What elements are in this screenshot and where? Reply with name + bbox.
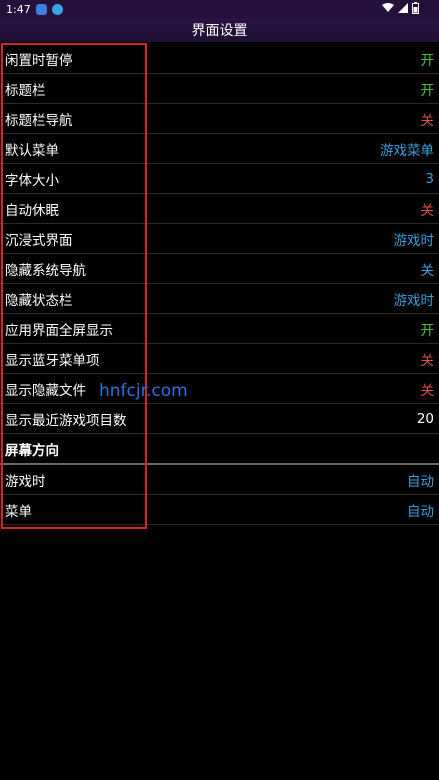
setting-label: 游戏时 [5,473,46,490]
setting-value: 自动 [407,503,434,520]
setting-value: 关 [420,382,435,399]
settings-row[interactable]: 自动休眠 关 [0,194,439,224]
settings-row[interactable]: 隐藏状态栏 游戏时 [0,284,439,314]
section-header-orientation: 屏幕方向 [0,434,439,465]
setting-value: 关 [420,262,435,279]
setting-value: 开 [420,82,435,99]
setting-label: 标题栏导航 [5,112,73,129]
setting-label: 标题栏 [5,82,46,99]
status-time: 1:47 [6,2,31,16]
setting-label: 隐藏系统导航 [5,262,86,279]
settings-row[interactable]: 标题栏 开 [0,74,439,104]
settings-row[interactable]: 隐藏系统导航 关 [0,254,439,284]
watermark: hnfcjr.com [99,381,188,401]
status-bar: 1:47 [0,0,439,18]
battery-icon [412,2,419,14]
settings-list: 闲置时暂停开标题栏开标题栏导航关默认菜单 游戏菜单 字体大小 3 自动休眠关沉浸式界面游… [0,44,439,525]
settings-row[interactable]: 显示蓝牙菜单项 关 [0,344,439,374]
setting-label: 自动休眠 [5,202,59,219]
download-notification-icon [51,3,63,15]
setting-label: 显示蓝牙菜单项 [5,352,100,369]
setting-value: 开 [420,52,435,69]
setting-label: 隐藏状态栏 [5,292,73,309]
title-bar: 界面设置 [0,18,439,42]
settings-row[interactable]: 菜单 自动 [0,495,439,525]
settings-row[interactable]: 显示隐藏文件 关 [0,374,439,404]
setting-label: 字体大小 [5,172,59,189]
page-title: 界面设置 [191,23,248,39]
setting-value: 游戏菜单 [380,142,434,159]
setting-label: 沉浸式界面 [5,232,73,249]
setting-value: 自动 [407,473,434,490]
app-notification-icon [35,3,47,15]
setting-label: 菜单 [5,503,32,520]
setting-value: 游戏时 [393,232,435,249]
settings-row[interactable]: 默认菜单 游戏菜单 [0,134,439,164]
settings-row[interactable]: 显示最近游戏项目数 20 [0,404,439,434]
setting-value: 关 [420,352,435,369]
settings-row[interactable]: 标题栏导航 关 [0,104,439,134]
settings-row[interactable]: 游戏时 自动 [0,465,439,495]
settings-row[interactable]: 应用界面全屏显示 开 [0,314,439,344]
setting-value: 关 [420,112,435,129]
setting-value: 游戏时 [393,292,435,309]
setting-value: 20 [416,410,434,427]
setting-label: 显示最近游戏项目数 [5,412,127,429]
setting-label: 应用界面全屏显示 [5,322,113,339]
setting-label: 闲置时暂停 [5,52,73,69]
wifi-icon [382,3,394,12]
setting-value: 关 [420,202,435,219]
section-header-label: 屏幕方向 [5,442,59,459]
settings-row[interactable]: 字体大小 3 [0,164,439,194]
signal-icon [398,3,408,13]
setting-value: 3 [425,170,434,187]
setting-value: 开 [420,322,435,339]
settings-row[interactable]: 闲置时暂停 开 [0,44,439,74]
settings-row[interactable]: 沉浸式界面 游戏时 [0,224,439,254]
setting-label: 显示隐藏文件 [5,382,86,399]
setting-label: 默认菜单 [5,142,59,159]
system-icons [382,2,419,14]
